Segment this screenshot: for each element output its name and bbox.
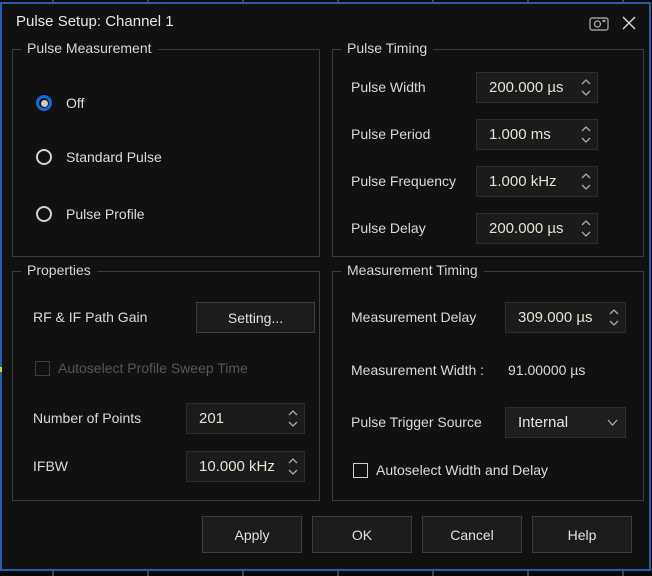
measurement-delay-spinner	[603, 303, 625, 332]
checkbox-label: Autoselect Width and Delay	[376, 462, 548, 478]
pulse-frequency-field[interactable]: 1.000 kHz	[476, 166, 598, 197]
pulse-delay-value[interactable]: 200.000 µs	[477, 220, 575, 237]
dialog-titlebar: Pulse Setup: Channel 1	[2, 4, 649, 40]
pulse-period-field[interactable]: 1.000 ms	[476, 119, 598, 150]
radio-button[interactable]	[36, 206, 52, 222]
measurement-width-label: Measurement Width :	[351, 362, 484, 378]
ifbw-spinner	[282, 452, 304, 481]
pulse-frequency-value[interactable]: 1.000 kHz	[477, 173, 575, 190]
chevron-up-icon[interactable]	[581, 79, 591, 85]
group-properties: Properties RF & IF Path Gain Setting... …	[12, 271, 320, 501]
number-of-points-field[interactable]: 201	[186, 403, 305, 434]
radio-button[interactable]	[36, 149, 52, 165]
group-pulse-measurement: Pulse Measurement Off Standard Pulse Pul…	[12, 49, 320, 257]
chevron-up-icon[interactable]	[288, 458, 298, 464]
chevron-up-icon[interactable]	[288, 410, 298, 416]
pulse-trigger-source-value: Internal	[506, 414, 599, 431]
ok-button[interactable]: OK	[312, 516, 412, 553]
close-icon[interactable]	[617, 11, 641, 35]
measurement-delay-label: Measurement Delay	[351, 309, 476, 325]
chevron-down-icon[interactable]	[581, 137, 591, 143]
measurement-delay-value[interactable]: 309.000 µs	[506, 309, 603, 326]
chevron-up-icon[interactable]	[581, 173, 591, 179]
chevron-up-icon[interactable]	[581, 126, 591, 132]
background-graticule-bottom	[0, 571, 652, 576]
radio-label: Pulse Profile	[66, 206, 145, 222]
number-of-points-spinner	[282, 404, 304, 433]
pulse-period-value[interactable]: 1.000 ms	[477, 126, 575, 143]
ifbw-field[interactable]: 10.000 kHz	[186, 451, 305, 482]
checkbox-box[interactable]	[35, 361, 50, 376]
chevron-down-icon[interactable]	[581, 90, 591, 96]
apply-button[interactable]: Apply	[202, 516, 302, 553]
chevron-up-icon[interactable]	[609, 309, 619, 315]
group-legend-measurement-timing: Measurement Timing	[341, 262, 484, 278]
pulse-period-label: Pulse Period	[351, 126, 430, 142]
checkbox-autoselect-width-and-delay[interactable]: Autoselect Width and Delay	[353, 462, 548, 478]
pulse-delay-label: Pulse Delay	[351, 220, 426, 236]
pulse-period-spinner	[575, 120, 597, 149]
ifbw-label: IFBW	[33, 458, 68, 474]
radio-label: Standard Pulse	[66, 149, 162, 165]
measurement-delay-field[interactable]: 309.000 µs	[505, 302, 626, 333]
ifbw-value[interactable]: 10.000 kHz	[187, 458, 282, 475]
setting-button[interactable]: Setting...	[196, 302, 315, 333]
pulse-frequency-spinner	[575, 167, 597, 196]
chevron-down-icon[interactable]	[581, 184, 591, 190]
pulse-trigger-source-label: Pulse Trigger Source	[351, 414, 482, 430]
number-of-points-label: Number of Points	[33, 410, 141, 426]
pulse-width-label: Pulse Width	[351, 79, 426, 95]
pulse-setup-dialog: Pulse Setup: Channel 1 Pulse Measurement…	[0, 2, 651, 571]
group-legend-properties: Properties	[21, 262, 97, 278]
radio-option-pulse-profile[interactable]: Pulse Profile	[36, 203, 145, 225]
group-legend-pulse-timing: Pulse Timing	[341, 40, 433, 56]
measurement-width-value: 91.00000 µs	[508, 362, 585, 378]
chevron-down-icon[interactable]	[288, 469, 298, 475]
radio-option-off[interactable]: Off	[36, 92, 84, 114]
pulse-width-spinner	[575, 73, 597, 102]
pulse-frequency-label: Pulse Frequency	[351, 173, 456, 189]
checkbox-label: Autoselect Profile Sweep Time	[58, 360, 248, 376]
chevron-down-icon[interactable]	[581, 231, 591, 237]
chevron-down-icon[interactable]	[288, 421, 298, 427]
chevron-up-icon[interactable]	[581, 220, 591, 226]
number-of-points-value[interactable]: 201	[187, 410, 282, 427]
pulse-delay-field[interactable]: 200.000 µs	[476, 213, 598, 244]
background-trace-speck	[0, 367, 2, 372]
radio-option-standard-pulse[interactable]: Standard Pulse	[36, 146, 162, 168]
chevron-down-icon	[599, 419, 625, 426]
chevron-down-icon[interactable]	[609, 320, 619, 326]
rf-if-path-gain-label: RF & IF Path Gain	[33, 309, 147, 325]
radio-label: Off	[66, 95, 84, 111]
checkbox-box[interactable]	[353, 463, 368, 478]
radio-button[interactable]	[36, 95, 52, 111]
help-button[interactable]: Help	[532, 516, 632, 553]
checkbox-autoselect-profile-sweep-time[interactable]: Autoselect Profile Sweep Time	[35, 360, 248, 376]
cancel-button[interactable]: Cancel	[422, 516, 522, 553]
pulse-delay-spinner	[575, 214, 597, 243]
group-measurement-timing: Measurement Timing Measurement Delay 309…	[332, 271, 644, 501]
group-legend-pulse-measurement: Pulse Measurement	[21, 40, 158, 56]
dialog-title: Pulse Setup: Channel 1	[16, 4, 174, 40]
camera-icon[interactable]	[587, 11, 611, 35]
pulse-trigger-source-dropdown[interactable]: Internal	[505, 407, 626, 438]
pulse-width-value[interactable]: 200.000 µs	[477, 79, 575, 96]
group-pulse-timing: Pulse Timing Pulse Width 200.000 µs Puls…	[332, 49, 644, 257]
pulse-width-field[interactable]: 200.000 µs	[476, 72, 598, 103]
